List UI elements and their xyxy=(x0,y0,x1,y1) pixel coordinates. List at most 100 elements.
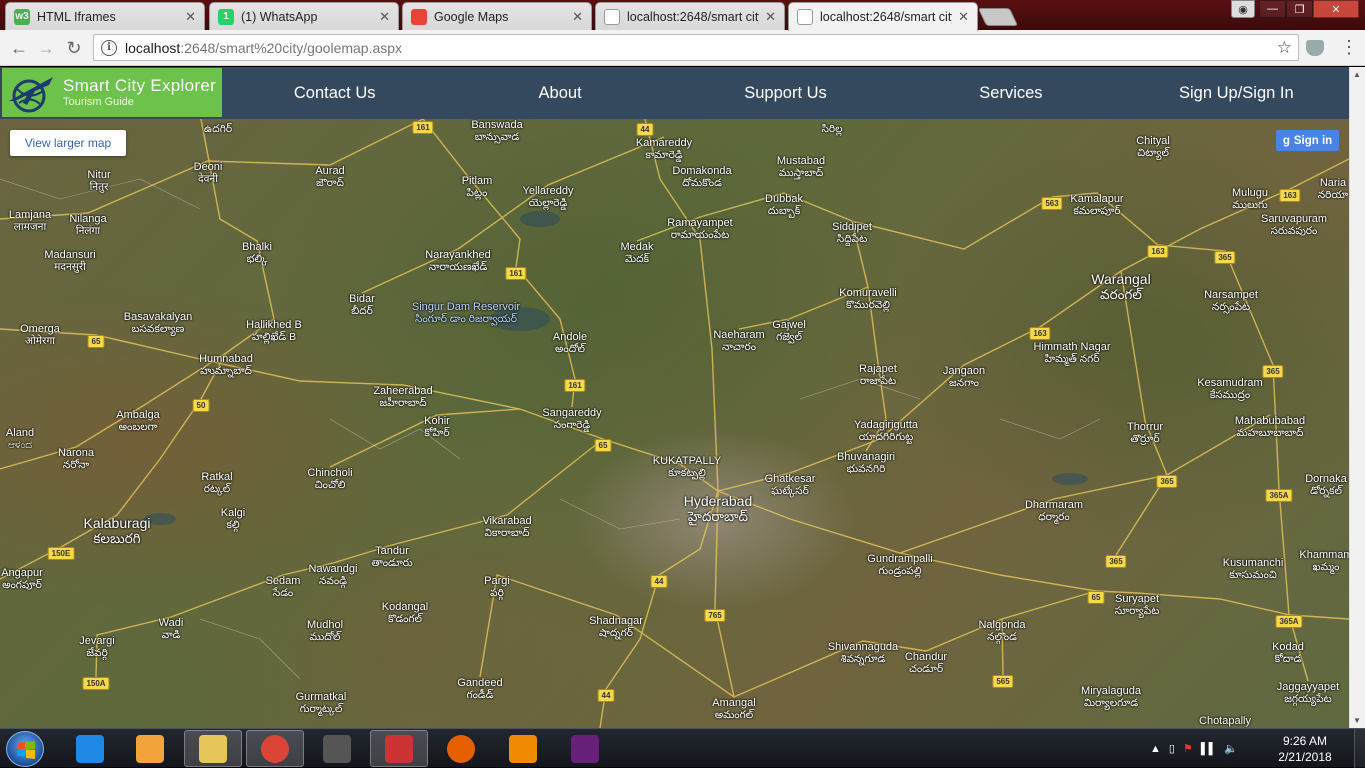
highway-shield: 65 xyxy=(594,439,612,452)
extension-icon[interactable] xyxy=(1306,40,1324,56)
taskbar-file-explorer[interactable] xyxy=(184,730,242,767)
browser-tab[interactable]: w3 HTML Iframes ✕ xyxy=(5,2,205,30)
highway-shield: 365 xyxy=(1214,251,1236,264)
highway-shield: 565 xyxy=(992,675,1014,688)
kebab-menu-icon[interactable]: ⋮ xyxy=(1340,38,1358,56)
taskbar-snipping-tool[interactable] xyxy=(370,730,428,767)
taskbar-microphone[interactable] xyxy=(308,730,366,767)
browser-tab[interactable]: Google Maps ✕ xyxy=(402,2,592,30)
nav-support-us[interactable]: Support Us xyxy=(673,67,898,119)
place-name-telugu: జగ్గయ్యపేట xyxy=(1284,693,1332,705)
place-name-telugu: కలబురగి xyxy=(93,531,141,546)
tab-close-icon[interactable]: ✕ xyxy=(765,9,776,25)
highway-shield: 163 xyxy=(1279,189,1301,202)
map-sign-in-button[interactable]: g Sign in xyxy=(1276,130,1339,151)
forward-arrow-icon[interactable]: → xyxy=(35,37,57,59)
logo-text: Smart City Explorer Tourism Guide xyxy=(57,76,216,109)
place-name: Himmath Nagar xyxy=(1033,341,1111,353)
place-name: Ramayampet xyxy=(667,217,733,229)
place-name-telugu: రామాయంపేట xyxy=(670,229,730,241)
map-place-label: Ramayampet రామాయంపేట xyxy=(667,217,732,241)
vertical-scrollbar[interactable]: ▲ ▼ xyxy=(1349,67,1365,728)
map-place-label: Vikarabad వికారాబాద్ xyxy=(482,515,531,539)
place-name-telugu: नितुर xyxy=(89,181,109,193)
nav-sign-up-sign-in[interactable]: Sign Up/Sign In xyxy=(1124,67,1349,119)
place-name: Medak xyxy=(620,241,654,253)
place-name: Kusumanchi xyxy=(1222,557,1284,569)
info-icon[interactable]: i xyxy=(101,39,117,56)
taskbar-media-player[interactable] xyxy=(121,730,179,767)
taskbar-vlc[interactable] xyxy=(494,730,552,767)
map-place-label: Angapur అంగపూర్ xyxy=(1,567,43,591)
action-center-flag-icon[interactable]: ⚑ xyxy=(1183,742,1193,755)
place-name-telugu: గుర్మాట్కల్ xyxy=(299,703,343,715)
device-icon[interactable]: ▯ xyxy=(1169,742,1175,755)
new-tab-button[interactable] xyxy=(977,8,1019,26)
clock[interactable]: 9:26 AM 2/21/2018 xyxy=(1270,733,1340,765)
place-name: Ghatkesar xyxy=(764,473,816,485)
highway-shield: 150E xyxy=(47,547,75,560)
site-logo[interactable]: Smart City Explorer Tourism Guide xyxy=(2,68,222,117)
address-bar[interactable]: i localhost:2648/smart%20city/goolemap.a… xyxy=(93,34,1299,61)
minimize-button[interactable]: — xyxy=(1259,0,1286,18)
place-name-telugu: ముదోల్ xyxy=(309,631,341,643)
map-place-label: Bhuvanagiri భువనగిరి xyxy=(837,451,895,475)
show-desktop-button[interactable] xyxy=(1354,729,1365,768)
map-place-label: సిరిల్ల xyxy=(821,123,842,135)
place-name: Nilanga xyxy=(69,213,107,225)
network-signal-icon[interactable]: ▌▌ xyxy=(1201,743,1217,755)
place-name: Zaheerabad xyxy=(373,385,433,397)
map-place-label: Kesamudram కేసముద్రం xyxy=(1197,377,1262,401)
back-arrow-icon[interactable]: ← xyxy=(8,37,30,59)
place-name: Chincholi xyxy=(307,467,353,479)
map-place-label: Kodangal కొడంగల్ xyxy=(382,601,429,625)
show-hidden-icons-icon[interactable]: ▲ xyxy=(1150,743,1161,755)
tab-close-icon[interactable]: ✕ xyxy=(379,9,390,25)
map-place-label: Deoni देवनी xyxy=(194,161,223,185)
reload-icon[interactable]: ↻ xyxy=(63,37,85,59)
taskbar-internet-explorer[interactable] xyxy=(61,730,119,767)
browser-tab[interactable]: localhost:2648/smart city ✕ xyxy=(788,2,978,31)
place-name-telugu: వరంగల్ xyxy=(1100,287,1142,302)
browser-tab[interactable]: localhost:2648/smart city ✕ xyxy=(595,2,785,30)
vlc-icon xyxy=(509,734,537,763)
logo-subtitle: Tourism Guide xyxy=(63,95,134,108)
scroll-up-arrow-icon[interactable]: ▲ xyxy=(1353,70,1361,79)
map-place-label: Thorrur తొర్రూర్ xyxy=(1127,421,1163,445)
view-larger-map-button[interactable]: View larger map xyxy=(10,130,126,156)
maximize-button[interactable]: ❐ xyxy=(1286,0,1313,18)
tab-close-icon[interactable]: ✕ xyxy=(185,9,196,25)
place-name-telugu: కోహిర్ xyxy=(424,427,450,439)
place-name: Humnabad xyxy=(199,353,253,365)
internet-explorer-icon xyxy=(76,734,104,763)
user-profile-icon[interactable]: ◉ xyxy=(1231,0,1255,18)
taskbar-visual-studio[interactable] xyxy=(556,730,614,767)
close-window-button[interactable]: ✕ xyxy=(1313,0,1359,18)
bookmark-star-icon[interactable]: ☆ xyxy=(1277,38,1292,58)
taskbar-firefox[interactable] xyxy=(432,730,490,767)
highway-shield: 365A xyxy=(1275,615,1303,628)
taskbar-chrome[interactable] xyxy=(246,730,304,767)
volume-icon[interactable]: 🔈 xyxy=(1224,742,1238,755)
place-name-telugu: మిర్యాలగూడ xyxy=(1083,697,1139,709)
nav-contact-us[interactable]: Contact Us xyxy=(222,67,447,119)
tab-close-icon[interactable]: ✕ xyxy=(958,9,969,25)
tab-strip: ◉ — ❐ ✕ w3 HTML Iframes ✕ 1 (1) WhatsApp ✕ Goo… xyxy=(0,0,1365,31)
place-name: Chandur xyxy=(904,651,948,663)
windows-taskbar: ▲ ▯ ⚑ ▌▌ 🔈 9:26 AM 2/21/2018 xyxy=(0,728,1365,768)
place-name: Jaggayyapet xyxy=(1276,681,1340,693)
map-place-label: KUKATPALLY కూకట్పల్లి xyxy=(653,455,721,479)
place-name: Narayankhed xyxy=(425,249,491,261)
nav-services[interactable]: Services xyxy=(898,67,1123,119)
nav-about[interactable]: About xyxy=(447,67,672,119)
place-name-telugu: గుండ్రంపల్లి xyxy=(878,565,922,577)
embedded-google-map[interactable]: View larger map g Sign in Banswada బాన్సువ… xyxy=(0,119,1349,728)
start-button[interactable] xyxy=(6,731,44,767)
map-place-label: Yadagirigutta యాదగిరిగుట్ట xyxy=(854,419,918,443)
browser-tab[interactable]: 1 (1) WhatsApp ✕ xyxy=(209,2,399,30)
scroll-down-arrow-icon[interactable]: ▼ xyxy=(1353,716,1361,725)
map-place-label: Yellareddy యెల్లారెడ్డి xyxy=(523,185,574,209)
tab-close-icon[interactable]: ✕ xyxy=(572,9,583,25)
tab-title: HTML Iframes xyxy=(37,9,116,24)
place-name-telugu: షాద్నగర్ xyxy=(599,627,633,639)
